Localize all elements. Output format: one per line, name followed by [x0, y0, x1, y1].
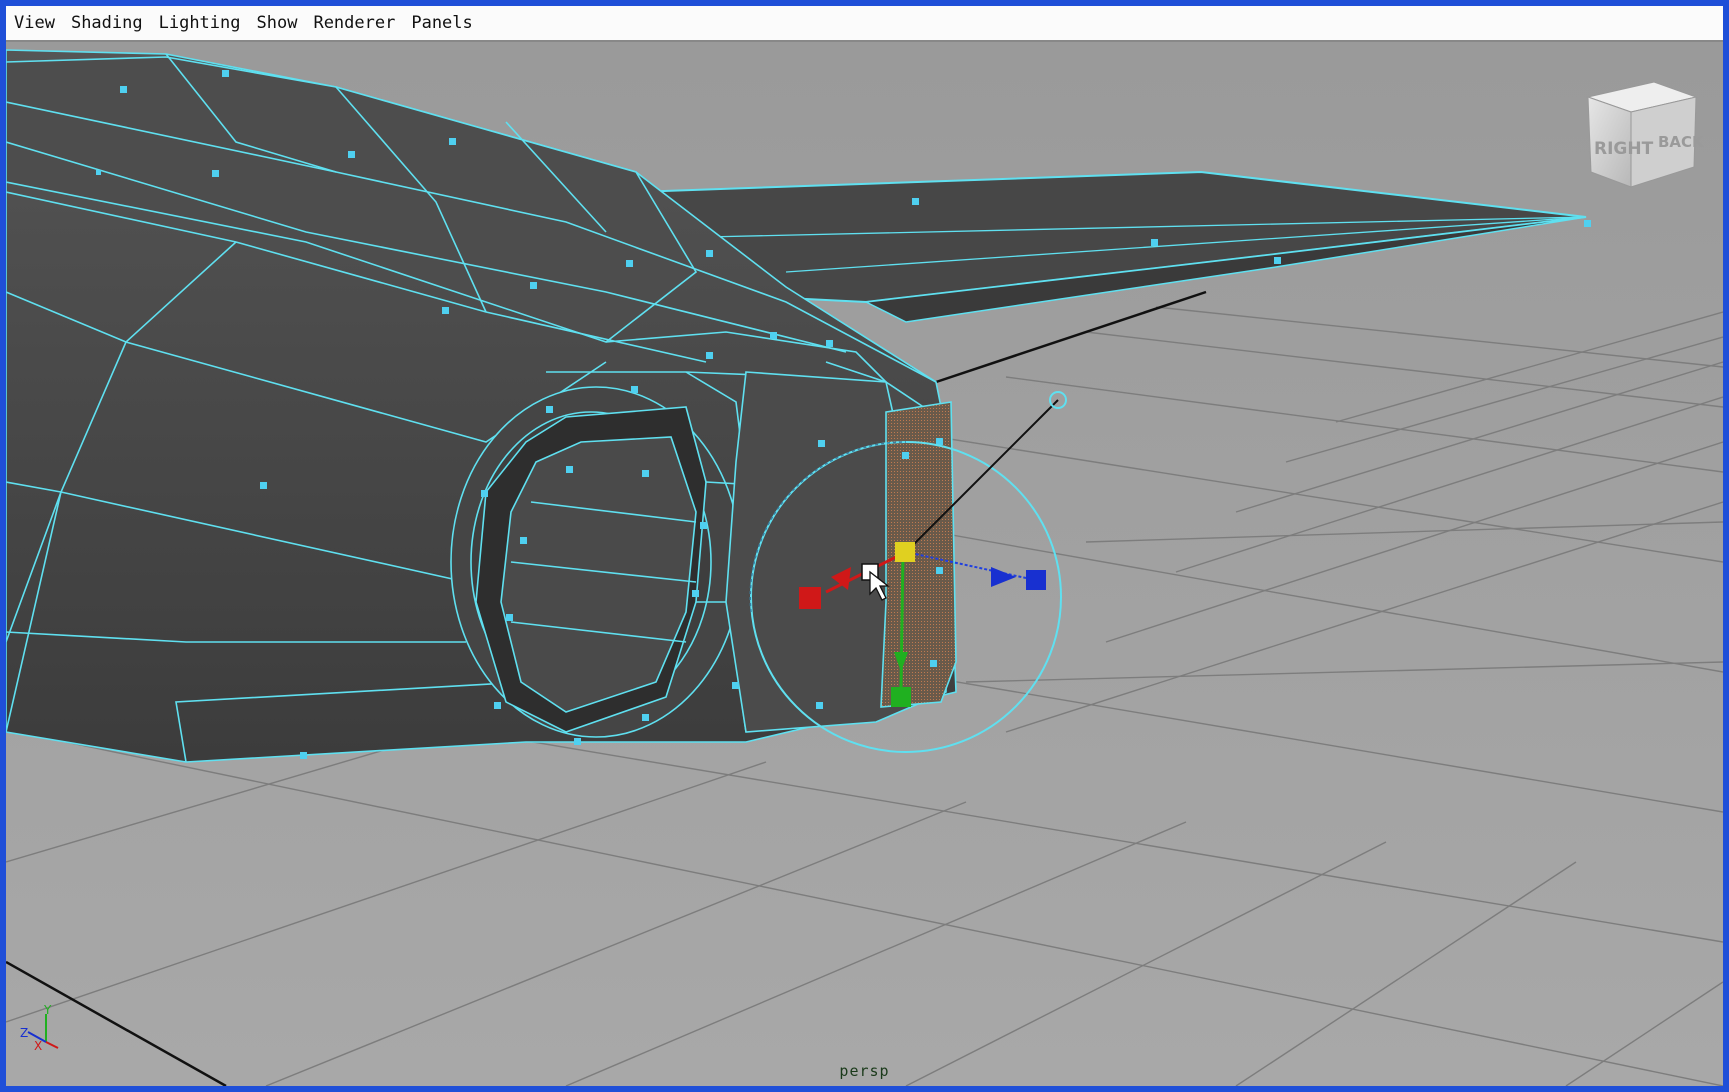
y-axis-handle — [891, 687, 911, 707]
menu-lighting[interactable]: Lighting — [151, 6, 249, 40]
viewport-canvas[interactable]: RIGHT BACK Y Z X — [6, 42, 1723, 1086]
axis-x-label: X — [34, 1039, 42, 1053]
axis-y-label: Y — [43, 1003, 52, 1017]
menu-renderer[interactable]: Renderer — [305, 6, 403, 40]
z-axis-handle — [1026, 570, 1046, 590]
x-axis-handle — [799, 587, 821, 609]
center-handle — [895, 542, 915, 562]
menu-panels[interactable]: Panels — [403, 6, 480, 40]
cube-right-label: RIGHT — [1594, 139, 1654, 159]
menu-view[interactable]: View — [6, 6, 63, 40]
axis-z-label: Z — [20, 1026, 28, 1040]
menu-show[interactable]: Show — [249, 6, 306, 40]
menu-shading[interactable]: Shading — [63, 6, 151, 40]
cube-back-label: BACK — [1658, 133, 1705, 151]
panel-menubar: View Shading Lighting Show Renderer Pane… — [6, 6, 1723, 42]
viewport-window: View Shading Lighting Show Renderer Pane… — [0, 0, 1729, 1092]
camera-label: persp — [839, 1062, 890, 1080]
3d-viewport[interactable]: RIGHT BACK Y Z X persp — [6, 42, 1723, 1086]
